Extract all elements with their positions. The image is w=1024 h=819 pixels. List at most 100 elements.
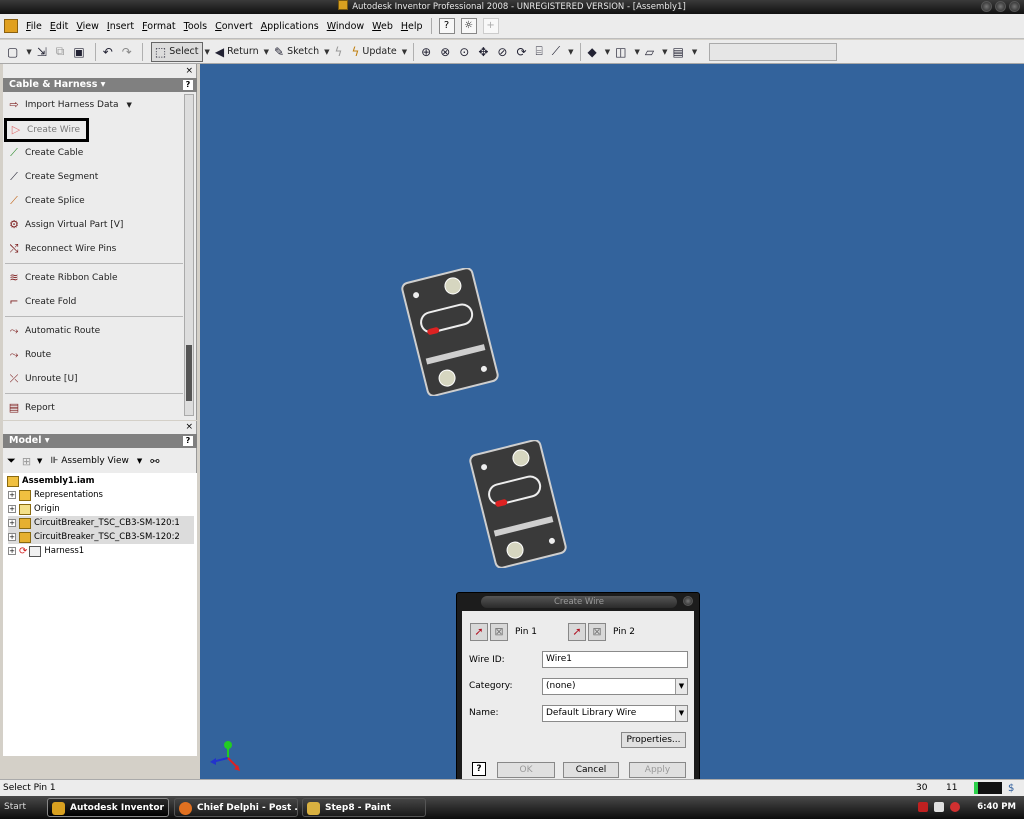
apply-button[interactable]: Apply (629, 762, 686, 778)
tree-item-origin[interactable]: + Origin (8, 502, 60, 516)
menu-web[interactable]: Web (368, 14, 397, 39)
save-icon[interactable]: ▣ (70, 42, 90, 62)
return-button[interactable]: ◀ Return (212, 42, 262, 62)
panel-close-icon[interactable]: × (185, 66, 193, 76)
project-icon[interactable]: ⧉ (53, 42, 71, 62)
tree-item-assembly[interactable]: Assembly1.iam (7, 474, 95, 488)
pin2-select-icon[interactable]: ➚ (568, 623, 586, 641)
create-fold-button[interactable]: ⌐ Create Fold (7, 293, 76, 311)
zoom-selected-icon[interactable]: ⊘ (494, 42, 513, 62)
tree-item-circuit-breaker-1[interactable]: + CircuitBreaker_TSC_CB3-SM-120:1 (8, 516, 194, 530)
select-button[interactable]: ⬚ Select (150, 41, 203, 62)
chevron-down-icon[interactable]: ▼ (675, 679, 687, 694)
iso-view-icon[interactable]: ⟋ (549, 42, 566, 62)
camera-dropdown-icon[interactable]: ▼ (635, 48, 640, 56)
hierarchy-icon[interactable]: ⊞ (22, 455, 31, 468)
update-button[interactable]: ϟ Update (348, 42, 399, 62)
maximize-button[interactable] (995, 1, 1006, 12)
circuit-breaker-2[interactable] (468, 440, 568, 568)
help-topics-icon[interactable]: ? (438, 18, 455, 34)
circuit-breaker-1[interactable] (400, 268, 500, 396)
clock[interactable]: 6:40 PM (977, 798, 1016, 817)
unroute-button[interactable]: ⤫ Unroute [U] (7, 370, 78, 388)
shadow-icon[interactable]: ▱ (642, 42, 660, 62)
menu-format[interactable]: Format (138, 14, 180, 39)
pin2-clear-icon[interactable]: ⊠ (588, 623, 606, 641)
lightning-icon[interactable]: ϟ (332, 42, 349, 62)
dialog-help-icon[interactable]: ? (472, 762, 486, 776)
model-close-icon[interactable]: × (185, 422, 193, 432)
chevron-down-icon[interactable]: ▼ (675, 706, 687, 721)
task-chief-delphi[interactable]: Chief Delphi - Post ... (174, 798, 298, 817)
tree-item-representations[interactable]: + Representations (8, 488, 103, 502)
tray-volume-icon[interactable] (934, 802, 944, 812)
menu-insert[interactable]: Insert (103, 14, 138, 39)
minimize-button[interactable] (981, 1, 992, 12)
update-dropdown-icon[interactable]: ▼ (402, 48, 407, 56)
display-mode-icon[interactable]: ◆ (585, 42, 603, 62)
category-select[interactable]: (none) ▼ (542, 678, 688, 695)
import-harness-data-button[interactable]: ⇨ Import Harness Data ▼ (7, 96, 132, 114)
start-button[interactable]: Start (0, 798, 40, 817)
open-icon[interactable]: ⇲ (34, 42, 53, 62)
menu-help[interactable]: Help (397, 14, 427, 39)
zoom-window-icon[interactable]: ⊗ (437, 42, 456, 62)
section-dropdown-icon[interactable]: ▼ (692, 48, 697, 56)
report-button[interactable]: ▤ Report (7, 399, 55, 417)
create-cable-button[interactable]: ⟋ Create Cable (7, 144, 83, 162)
return-dropdown-icon[interactable]: ▼ (264, 48, 269, 56)
create-wire-button[interactable]: ▷ Create Wire (4, 118, 90, 142)
whats-new-icon[interactable]: ☼ (460, 18, 477, 34)
pin1-clear-icon[interactable]: ⊠ (490, 623, 508, 641)
menu-file[interactable]: File (22, 14, 46, 39)
cancel-button[interactable]: Cancel (563, 762, 619, 778)
tray-security-icon[interactable] (950, 802, 960, 812)
automatic-route-button[interactable]: ⤳ Automatic Route (7, 322, 101, 340)
assign-virtual-part-button[interactable]: ⚙ Assign Virtual Part [V] (7, 216, 123, 234)
panel-scrollbar[interactable] (184, 94, 194, 416)
pan-icon[interactable]: ✥ (475, 42, 494, 62)
new-dropdown-icon[interactable]: ▼ (26, 48, 31, 56)
filter-icon[interactable]: ⏷ (7, 454, 16, 468)
tree-item-circuit-breaker-2[interactable]: + CircuitBreaker_TSC_CB3-SM-120:2 (8, 530, 194, 544)
create-segment-button[interactable]: ⟋ Create Segment (7, 168, 98, 186)
menu-tools[interactable]: Tools (180, 14, 211, 39)
create-ribbon-cable-button[interactable]: ≋ Create Ribbon Cable (7, 269, 117, 287)
select-dropdown-icon[interactable]: ▼ (205, 48, 210, 56)
expand-icon[interactable]: + (8, 505, 16, 513)
create-splice-button[interactable]: ⟋ Create Splice (7, 192, 85, 210)
color-style-field[interactable] (709, 42, 838, 61)
document-icon[interactable] (4, 19, 18, 33)
cable-harness-header[interactable]: Cable & Harness ▾ ? (3, 78, 197, 92)
import-dropdown-icon[interactable]: ▼ (127, 101, 132, 109)
panel-help-icon[interactable]: ? (183, 80, 193, 90)
name-select[interactable]: Default Library Wire ▼ (542, 705, 688, 722)
route-button[interactable]: ⤳ Route (7, 346, 52, 364)
pin1-select-icon[interactable]: ➚ (470, 623, 488, 641)
look-at-icon[interactable]: ⌸ (533, 42, 549, 62)
task-inventor[interactable]: Autodesk Inventor ... (47, 798, 169, 817)
display-dropdown-icon[interactable]: ▼ (605, 48, 610, 56)
zoom-all-icon[interactable]: ⊕ (418, 42, 437, 62)
dialog-close-button[interactable] (683, 596, 693, 606)
view-dropdown-icon[interactable]: ▼ (568, 48, 573, 56)
view-dropdown-icon[interactable]: ▼ (137, 457, 142, 465)
shadow-dropdown-icon[interactable]: ▼ (662, 48, 667, 56)
task-paint[interactable]: Step8 - Paint (302, 798, 426, 817)
menu-window[interactable]: Window (323, 14, 368, 39)
redo-icon[interactable]: ↷ (119, 42, 138, 62)
find-icon[interactable]: ⚯ (150, 455, 159, 468)
ok-button[interactable]: OK (497, 762, 555, 778)
scrollbar-thumb[interactable] (186, 345, 192, 401)
assembly-view-selector[interactable]: Assembly View (61, 456, 129, 466)
expand-icon[interactable]: + (8, 533, 16, 541)
rotate-icon[interactable]: ⟳ (513, 42, 532, 62)
hierarchy-dropdown-icon[interactable]: ▼ (37, 457, 42, 465)
tray-network-icon[interactable] (918, 802, 928, 812)
properties-button[interactable]: Properties... (621, 732, 686, 748)
wire-id-input[interactable]: Wire1 (542, 651, 688, 668)
model-header[interactable]: Model ▾ ? (3, 434, 197, 448)
menu-applications[interactable]: Applications (257, 14, 323, 39)
menu-edit[interactable]: Edit (46, 14, 72, 39)
close-button[interactable] (1009, 1, 1020, 12)
